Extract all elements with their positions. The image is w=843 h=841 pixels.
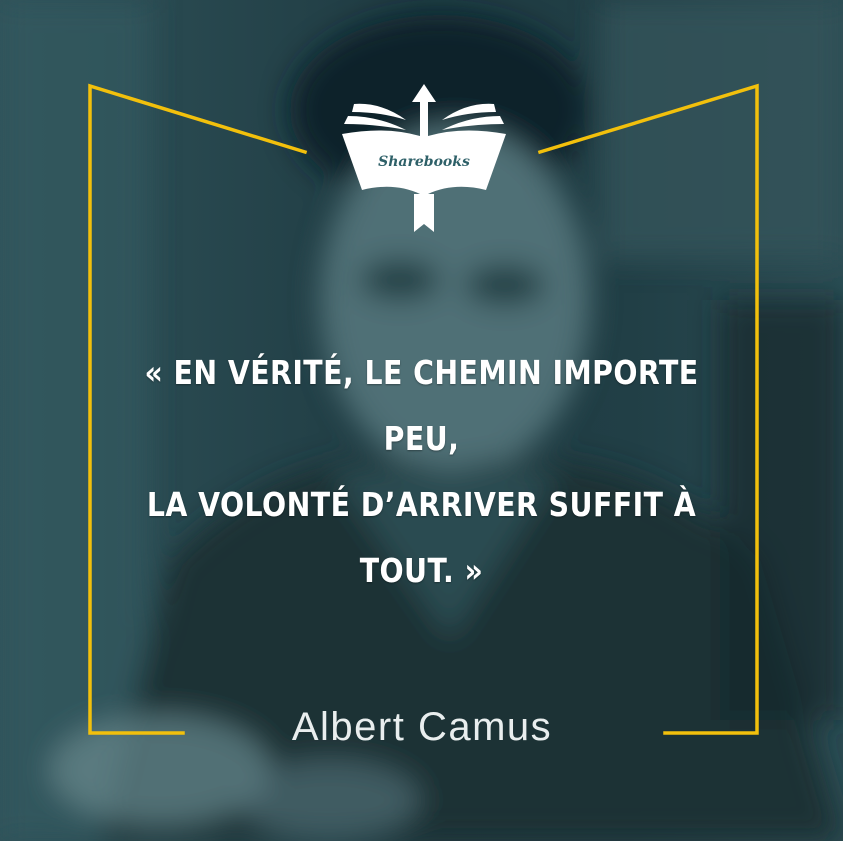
quote-line-1: « EN VÉRITÉ, LE CHEMIN IMPORTE PEU, xyxy=(144,353,699,458)
quote-line-3: TOUT. » xyxy=(359,551,484,590)
author-name: Albert Camus xyxy=(291,705,553,749)
quote-line-2: LA VOLONTÉ D’ARRIVER SUFFIT À xyxy=(146,485,697,524)
quote-card: Sharebooks « EN VÉRITÉ, LE CHEMIN IMPORT… xyxy=(0,0,843,841)
quote-text: « EN VÉRITÉ, LE CHEMIN IMPORTE PEU, LA V… xyxy=(141,340,703,604)
logo-text: Sharebooks xyxy=(378,154,470,170)
sharebooks-logo: Sharebooks xyxy=(342,84,506,232)
